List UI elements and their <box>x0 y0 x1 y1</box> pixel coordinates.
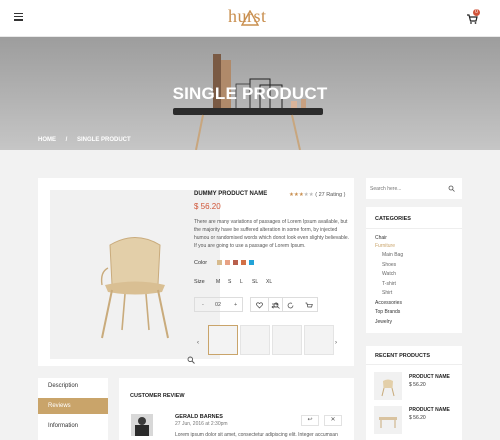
hamburger-menu-icon[interactable] <box>14 13 23 21</box>
close-icon[interactable]: ✕ <box>324 415 342 426</box>
size-option-sl[interactable]: SL <box>252 279 258 285</box>
category-chair[interactable]: Chair <box>375 235 387 241</box>
category-jewelry[interactable]: Jewelry <box>375 319 392 325</box>
color-swatch-peach[interactable] <box>225 260 230 265</box>
top-bar: hurst 0 <box>0 0 500 37</box>
category-shoes[interactable]: Shoes <box>382 262 396 268</box>
review-panel: CUSTOMER REVIEW GERALD BARNES 27 Jun, 20… <box>119 378 354 440</box>
recent-product-image[interactable] <box>374 372 402 400</box>
product-name: DUMMY PRODUCT NAME <box>194 191 268 197</box>
breadcrumb-current: SINGLE PRODUCT <box>77 137 131 143</box>
recent-products-panel: RECENT PRODUCTS PRODUCT NAME $ 56.20 PRO… <box>366 346 462 440</box>
color-swatch-beige[interactable] <box>217 260 222 265</box>
thumbnail-1[interactable] <box>208 325 238 355</box>
search-zoom-icon[interactable] <box>273 302 280 309</box>
quantity-value[interactable]: 02 <box>215 302 221 308</box>
tab-reviews[interactable]: Reviews <box>38 398 108 414</box>
review-text: Lorem ipsum dolor sit amet, consectetur … <box>175 432 338 438</box>
rating-stars-icon: ★★★ <box>289 192 304 198</box>
divider <box>366 228 462 229</box>
thumbnail-2[interactable] <box>240 325 270 355</box>
recent-product-image[interactable] <box>374 406 402 434</box>
thumbnail-3[interactable] <box>272 325 302 355</box>
logo[interactable]: hurst <box>228 6 267 27</box>
size-option-s[interactable]: S <box>228 279 231 285</box>
size-option-xl[interactable]: XL <box>266 279 272 285</box>
logo-triangle-icon <box>241 10 259 26</box>
category-t-shirt[interactable]: T-shirt <box>382 281 396 287</box>
thumbnail-4[interactable] <box>304 325 334 355</box>
hero-banner: SINGLE PRODUCT HOME / SINGLE PRODUCT <box>0 37 500 150</box>
categories-panel: CATEGORIES Chair Furniture Main Bag Shoe… <box>366 207 462 333</box>
recent-products-title: RECENT PRODUCTS <box>375 353 431 359</box>
breadcrumb-separator: / <box>65 137 68 143</box>
add-to-cart-icon[interactable] <box>305 302 313 309</box>
breadcrumb-home[interactable]: HOME <box>38 137 56 143</box>
reply-button[interactable]: ↩ <box>301 415 319 426</box>
review-author: GERALD BARNES <box>175 414 223 420</box>
action-group-2 <box>268 297 318 312</box>
quantity-plus-button[interactable]: + <box>234 302 237 308</box>
product-tabs: Description Reviews Information <box>38 378 108 440</box>
category-main-bag[interactable]: Main Bag <box>382 252 403 258</box>
heart-icon[interactable] <box>256 302 263 309</box>
search-input[interactable] <box>370 182 440 195</box>
search-box <box>366 178 462 199</box>
categories-title: CATEGORIES <box>375 216 411 222</box>
category-top-brands[interactable]: Top Brands <box>375 309 400 315</box>
table-thumb-icon <box>379 417 397 428</box>
rating-stars-empty-icon: ★★ <box>303 192 314 198</box>
page-title: SINGLE PRODUCT <box>172 84 328 103</box>
category-shirt[interactable]: Shirt <box>382 290 392 296</box>
size-option-m[interactable]: M <box>216 279 220 285</box>
thumbnails-prev-icon[interactable]: ‹ <box>197 340 199 346</box>
thumbnails-next-icon[interactable]: › <box>335 340 337 346</box>
category-furniture[interactable]: Furniture <box>375 243 395 249</box>
product-image[interactable] <box>50 190 220 364</box>
category-watch[interactable]: Watch <box>382 271 396 277</box>
quantity-minus-button[interactable]: - <box>202 302 204 308</box>
review-heading: CUSTOMER REVIEW <box>130 393 185 399</box>
review-date: 27 Jun, 2016 at 2:30pm <box>175 421 228 427</box>
breadcrumb: HOME / SINGLE PRODUCT <box>38 137 139 143</box>
chair-thumb-icon <box>381 379 395 397</box>
color-label: Color <box>194 260 208 266</box>
tab-information[interactable]: Information <box>38 418 108 434</box>
chair-image <box>100 237 169 339</box>
divider <box>366 364 462 365</box>
search-icon[interactable] <box>448 185 455 192</box>
color-swatch-brown[interactable] <box>233 260 238 265</box>
recent-product-name[interactable]: PRODUCT NAME <box>409 374 450 380</box>
recent-product-price: $ 56.20 <box>409 415 426 421</box>
zoom-icon[interactable] <box>187 356 195 364</box>
color-swatch-blue[interactable] <box>249 260 254 265</box>
rating: ★★★★★ ( 27 Rating ) <box>289 192 345 198</box>
rating-count: ( 27 Rating ) <box>315 192 346 198</box>
color-swatch-orange[interactable] <box>241 260 246 265</box>
product-price: $ 56.20 <box>194 202 221 211</box>
quantity-stepper: - 02 + <box>194 297 243 312</box>
category-accessories[interactable]: Accessories <box>375 300 402 306</box>
recent-product-price: $ 56.20 <box>409 382 426 388</box>
product-description: There are many variations of passages of… <box>194 219 350 249</box>
tab-description[interactable]: Description <box>38 378 108 394</box>
size-label: Size <box>194 279 205 285</box>
recent-product-name[interactable]: PRODUCT NAME <box>409 407 450 413</box>
refresh-icon[interactable] <box>287 302 294 309</box>
size-option-l[interactable]: L <box>240 279 243 285</box>
cart-count-badge: 0 <box>473 9 480 16</box>
reviewer-avatar <box>131 414 153 436</box>
cart-icon[interactable]: 0 <box>466 9 480 24</box>
